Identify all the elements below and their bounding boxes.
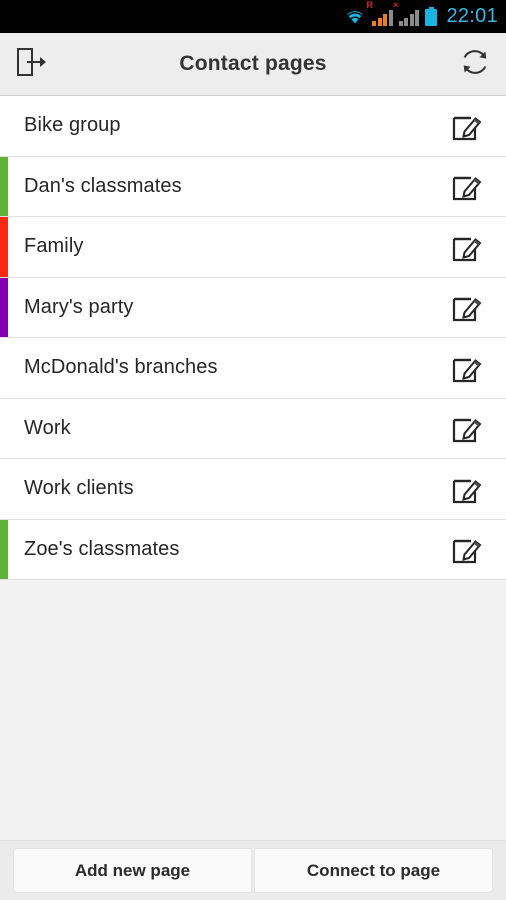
edit-icon[interactable] bbox=[444, 526, 490, 572]
signal-bar bbox=[404, 17, 409, 26]
no-service-badge: × bbox=[392, 0, 399, 10]
table-row[interactable]: Mary's party bbox=[0, 277, 506, 338]
app-header: Contact pages bbox=[0, 33, 506, 96]
table-row[interactable]: McDonald's branches bbox=[0, 338, 506, 399]
edit-icon[interactable] bbox=[444, 284, 490, 330]
edit-icon[interactable] bbox=[444, 163, 490, 209]
edit-icon[interactable] bbox=[444, 405, 490, 451]
battery-icon bbox=[425, 6, 438, 26]
edit-icon[interactable] bbox=[444, 224, 490, 270]
table-row[interactable]: Zoe's classmates bbox=[0, 519, 506, 580]
contact-pages-list: Bike group Dan's classmates Family Mary's p… bbox=[0, 96, 506, 580]
roaming-badge: R bbox=[366, 0, 373, 10]
add-new-page-button[interactable]: Add new page bbox=[13, 848, 252, 893]
wifi-icon bbox=[344, 7, 366, 24]
row-color-tag bbox=[0, 217, 8, 277]
row-label: Family bbox=[24, 235, 84, 258]
table-row[interactable]: Dan's classmates bbox=[0, 156, 506, 217]
connect-to-page-button[interactable]: Connect to page bbox=[254, 848, 493, 893]
cellular-signal-no-service-icon: × bbox=[393, 0, 420, 26]
row-label: Mary's party bbox=[24, 295, 134, 318]
logout-icon bbox=[15, 47, 47, 82]
signal-bar bbox=[415, 9, 420, 26]
row-label: Dan's classmates bbox=[24, 174, 182, 197]
logout-button[interactable] bbox=[0, 33, 62, 95]
refresh-button[interactable] bbox=[444, 33, 506, 95]
row-label: Zoe's classmates bbox=[24, 537, 180, 560]
cellular-signal-roaming-icon: R bbox=[366, 0, 393, 26]
signal-bar bbox=[383, 13, 388, 26]
table-row[interactable]: Work clients bbox=[0, 459, 506, 520]
edit-icon[interactable] bbox=[444, 466, 490, 512]
row-label: Bike group bbox=[24, 114, 121, 137]
bottom-action-bar: Add new page Connect to page bbox=[0, 840, 506, 900]
row-label: McDonald's branches bbox=[24, 356, 218, 379]
status-bar: R × 22:01 bbox=[0, 0, 506, 33]
row-color-tag bbox=[0, 277, 8, 337]
row-label: Work bbox=[24, 416, 71, 439]
edit-icon[interactable] bbox=[444, 103, 490, 149]
row-color-tag bbox=[0, 156, 8, 216]
page-title: Contact pages bbox=[179, 52, 327, 75]
table-row[interactable]: Family bbox=[0, 217, 506, 278]
row-color-tag bbox=[0, 519, 8, 579]
status-bar-clock: 22:01 bbox=[446, 5, 498, 27]
refresh-icon bbox=[458, 45, 492, 84]
table-row[interactable]: Work bbox=[0, 398, 506, 459]
app-root: R × 22:01 Contact pages Bike group Dan's… bbox=[0, 0, 506, 900]
signal-bar bbox=[388, 9, 393, 26]
empty-space bbox=[0, 580, 506, 840]
edit-icon[interactable] bbox=[444, 345, 490, 391]
table-row[interactable]: Bike group bbox=[0, 96, 506, 157]
signal-bar bbox=[372, 20, 377, 26]
signal-bar bbox=[409, 13, 414, 26]
signal-bar bbox=[398, 20, 403, 26]
row-label: Work clients bbox=[24, 477, 134, 500]
signal-bar bbox=[377, 17, 382, 26]
